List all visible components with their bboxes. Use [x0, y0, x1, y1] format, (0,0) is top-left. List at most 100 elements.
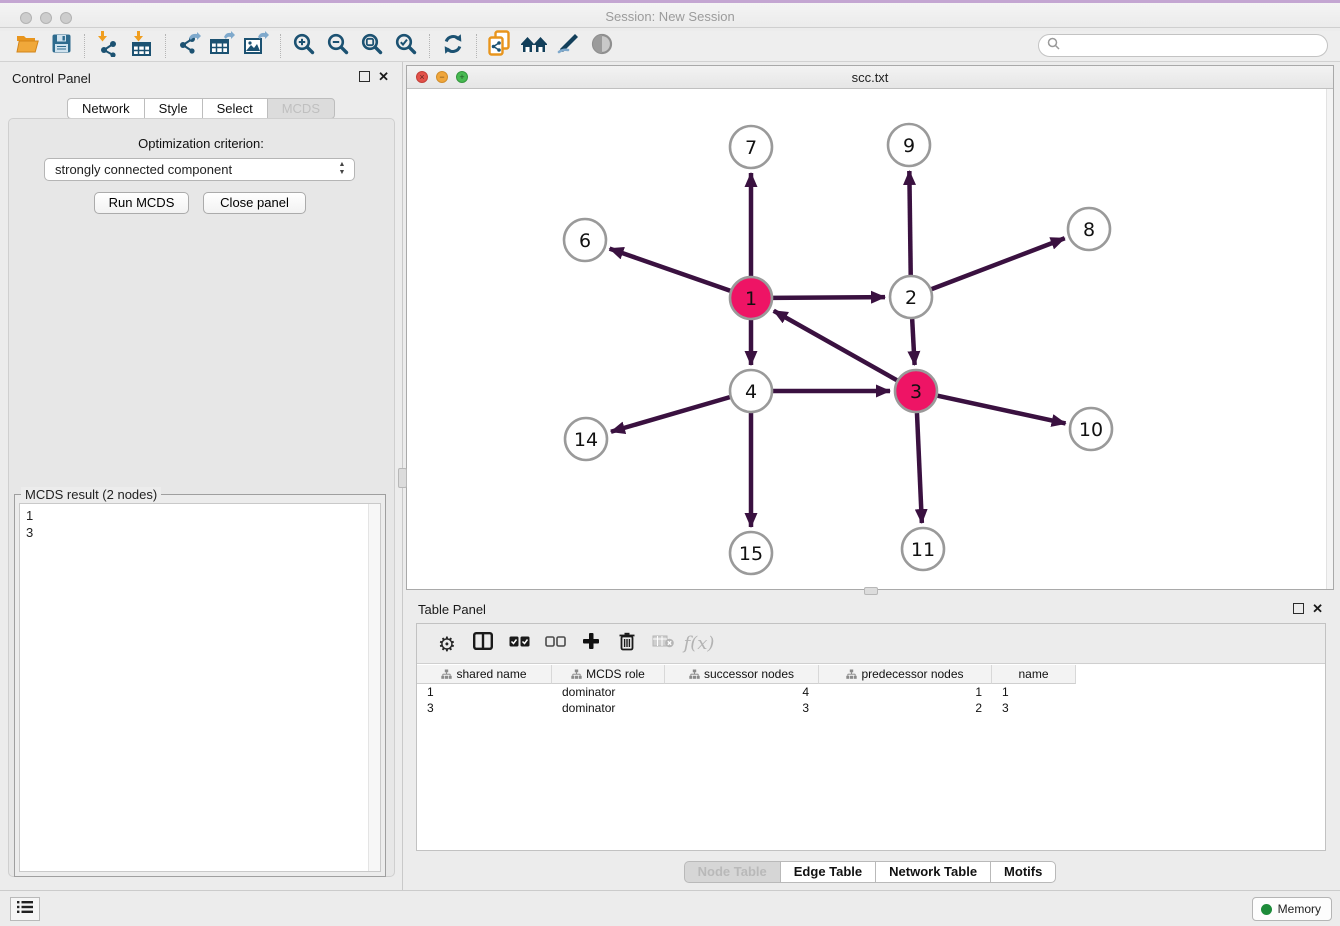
graph-edge-3-10[interactable] [937, 396, 1065, 424]
table-settings-button[interactable]: ⚙ [429, 629, 465, 659]
graph-node-1[interactable]: 1 [730, 277, 772, 319]
hierarchy-icon [689, 669, 700, 680]
app-title: Session: New Session [0, 9, 1340, 24]
column-header-successor-nodes[interactable]: successor nodes [665, 665, 819, 684]
graph-node-2[interactable]: 2 [890, 276, 932, 318]
tab-select[interactable]: Select [202, 98, 267, 119]
toolbar-separator [84, 34, 85, 58]
float-table-panel-icon[interactable] [1293, 603, 1304, 614]
tab-motifs[interactable]: Motifs [990, 861, 1056, 883]
close-panel-icon[interactable]: ✕ [378, 69, 389, 85]
tab-network[interactable]: Network [67, 98, 144, 119]
network-vertical-scrollbar[interactable] [1326, 89, 1333, 589]
table-cell[interactable]: 4 [665, 684, 819, 700]
column-header-name[interactable]: name [992, 665, 1076, 684]
table-cell[interactable]: 1 [819, 684, 992, 700]
search-input[interactable] [1060, 37, 1327, 55]
graph-node-10[interactable]: 10 [1070, 408, 1112, 450]
export-network-button[interactable] [172, 32, 206, 60]
graph-node-8[interactable]: 8 [1068, 208, 1110, 250]
graph-node-6[interactable]: 6 [564, 219, 606, 261]
column-header-mcds-role[interactable]: MCDS role [552, 665, 665, 684]
zoom-out-button[interactable] [321, 32, 355, 60]
graph-node-3[interactable]: 3 [895, 370, 937, 412]
delete-column-button[interactable] [609, 629, 645, 659]
deselect-all-columns-button[interactable] [537, 629, 573, 659]
zoom-in-button[interactable] [287, 32, 321, 60]
tab-style[interactable]: Style [144, 98, 202, 119]
tab-edge-table[interactable]: Edge Table [780, 861, 875, 883]
graph-node-14[interactable]: 14 [565, 418, 607, 460]
network-graph-canvas[interactable]: 7 9 6 8 1 2 4 3 14 10 15 11 [407, 89, 1333, 589]
graph-node-9[interactable]: 9 [888, 124, 930, 166]
graph-node-4[interactable]: 4 [730, 370, 772, 412]
table-cell[interactable]: 2 [819, 700, 992, 716]
refresh-view-button[interactable] [436, 32, 470, 60]
birdseye-view-button[interactable] [585, 32, 619, 60]
panel-splitter-handle-vertical[interactable] [398, 468, 407, 488]
first-neighbors-button[interactable] [517, 32, 551, 60]
toolbar-separator [165, 34, 166, 58]
table-cell[interactable]: 3 [992, 700, 1076, 716]
zoom-fit-button[interactable] [355, 32, 389, 60]
graph-node-15[interactable]: 15 [730, 532, 772, 574]
column-header-predecessor-nodes[interactable]: predecessor nodes [819, 665, 992, 684]
export-image-button[interactable] [240, 32, 274, 60]
toolbar-separator [280, 34, 281, 58]
graph-edge-1-6[interactable] [610, 249, 731, 291]
column-header-shared-name[interactable]: shared name [417, 665, 552, 684]
table-row[interactable]: 3dominator323 [417, 700, 1325, 716]
graph-edge-3-11[interactable] [917, 413, 922, 523]
toolbar-separator [429, 34, 430, 58]
network-view-window: × − + scc.txt 7 9 6 8 1 2 4 3 14 10 15 11 [406, 65, 1334, 590]
import-network-button[interactable] [91, 32, 125, 60]
memory-button[interactable]: Memory [1252, 897, 1332, 921]
table-row[interactable]: 1dominator411 [417, 684, 1325, 700]
open-session-button[interactable] [10, 32, 44, 60]
zoom-selected-button[interactable] [389, 32, 423, 60]
task-history-button[interactable] [10, 897, 40, 921]
table-cell[interactable]: 3 [665, 700, 819, 716]
graph-edge-1-2[interactable] [773, 297, 885, 298]
graph-node-label: 10 [1079, 419, 1103, 441]
graph-edge-2-3[interactable] [912, 319, 914, 365]
close-panel-button[interactable]: Close panel [203, 192, 306, 214]
tab-mcds[interactable]: MCDS [267, 98, 335, 119]
delete-table-button[interactable] [645, 629, 681, 659]
tab-node-table[interactable]: Node Table [684, 861, 780, 883]
search-icon [1047, 37, 1060, 55]
graph-edge-2-8[interactable] [932, 238, 1065, 289]
save-session-button[interactable] [44, 32, 78, 60]
show-style-button[interactable] [551, 32, 585, 60]
columns-icon [473, 632, 493, 655]
float-panel-icon[interactable] [359, 71, 370, 82]
close-table-panel-icon[interactable]: ✕ [1312, 601, 1323, 617]
graph-node-11[interactable]: 11 [902, 528, 944, 570]
table-cell[interactable]: dominator [552, 700, 665, 716]
run-mcds-button[interactable]: Run MCDS [94, 192, 189, 214]
graph-edge-4-14[interactable] [611, 397, 730, 432]
global-search[interactable] [1038, 34, 1328, 57]
panel-splitter-handle-horizontal[interactable] [864, 587, 878, 595]
table-cell[interactable]: 1 [992, 684, 1076, 700]
delete-table-icon [652, 634, 675, 653]
column-layout-button[interactable] [465, 629, 501, 659]
export-table-button[interactable] [206, 32, 240, 60]
tab-network-table[interactable]: Network Table [875, 861, 990, 883]
clone-network-button[interactable] [483, 32, 517, 60]
graph-node-label: 9 [903, 135, 915, 157]
optimization-criterion-select[interactable]: strongly connected component ▲▼ [44, 158, 355, 181]
table-cell[interactable]: 1 [417, 684, 552, 700]
import-table-button[interactable] [125, 32, 159, 60]
mcds-result-text[interactable]: 1 3 [19, 503, 381, 872]
graph-edge-3-1[interactable] [774, 311, 897, 380]
function-builder-button[interactable]: f(x) [681, 629, 717, 659]
select-all-columns-button[interactable] [501, 629, 537, 659]
network-window-titlebar[interactable]: × − + scc.txt [407, 66, 1333, 89]
mcds-result-scrollbar[interactable] [368, 504, 380, 871]
table-cell[interactable]: dominator [552, 684, 665, 700]
graph-node-7[interactable]: 7 [730, 126, 772, 168]
add-column-button[interactable] [573, 629, 609, 659]
table-cell[interactable]: 3 [417, 700, 552, 716]
graph-edge-2-9[interactable] [909, 171, 910, 275]
